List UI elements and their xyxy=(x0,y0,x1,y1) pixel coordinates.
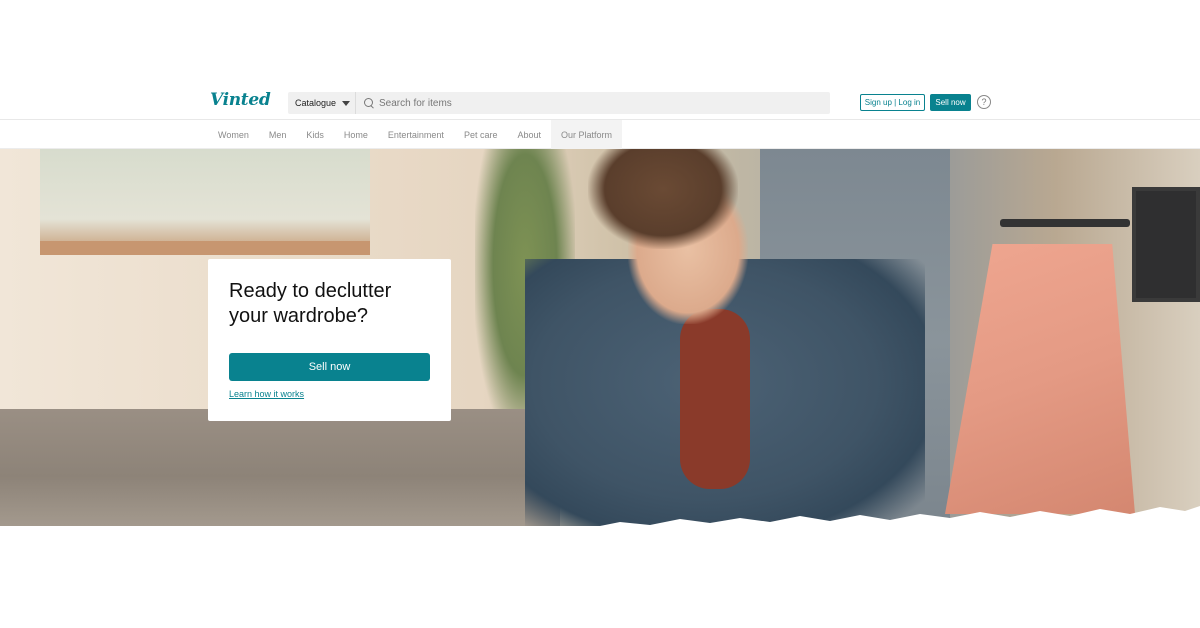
nav-item-kids[interactable]: Kids xyxy=(296,120,334,149)
top-header: Vinted Catalogue Sign up | Log in Sell n… xyxy=(0,86,1200,120)
hero-photo-skirt xyxy=(945,244,1135,514)
search-input[interactable] xyxy=(379,93,819,113)
hero-banner xyxy=(0,149,1200,532)
hero-photo-person-hair xyxy=(588,149,738,249)
sell-now-header-button[interactable]: Sell now xyxy=(930,94,971,111)
nav-item-pet-care[interactable]: Pet care xyxy=(454,120,508,149)
hero-photo-hanger xyxy=(1000,219,1130,227)
hero-photo-window xyxy=(40,149,370,249)
nav-item-entertainment[interactable]: Entertainment xyxy=(378,120,454,149)
sell-now-hero-button[interactable]: Sell now xyxy=(229,353,430,381)
caret-down-icon xyxy=(342,100,351,106)
nav-item-our-platform[interactable]: Our Platform xyxy=(551,120,623,149)
catalogue-dropdown[interactable]: Catalogue xyxy=(288,92,356,114)
hero-photo-person-shirt xyxy=(680,309,750,489)
search-bar: Catalogue xyxy=(288,92,830,114)
signup-login-button[interactable]: Sign up | Log in xyxy=(860,94,925,111)
nav-item-men[interactable]: Men xyxy=(259,120,297,149)
page: Vinted Catalogue Sign up | Log in Sell n… xyxy=(0,0,1200,628)
hero-title: Ready to declutter your wardrobe? xyxy=(229,280,392,327)
hero-cta-card: Ready to declutter your wardrobe? Sell n… xyxy=(208,259,451,421)
category-nav: Women Men Kids Home Entertainment Pet ca… xyxy=(0,120,1200,149)
nav-item-women[interactable]: Women xyxy=(208,120,259,149)
hero-photo-frame xyxy=(1132,187,1200,302)
hero-photo-sill xyxy=(40,241,370,255)
vinted-logo[interactable]: Vinted xyxy=(210,90,271,110)
nav-item-about[interactable]: About xyxy=(507,120,551,149)
question-mark-icon[interactable]: ? xyxy=(977,95,991,109)
catalogue-label: Catalogue xyxy=(295,98,337,108)
nav-item-home[interactable]: Home xyxy=(334,120,378,149)
learn-how-it-works-link[interactable]: Learn how it works xyxy=(229,389,304,399)
search-icon xyxy=(364,98,374,108)
torn-paper-edge xyxy=(0,506,1200,532)
